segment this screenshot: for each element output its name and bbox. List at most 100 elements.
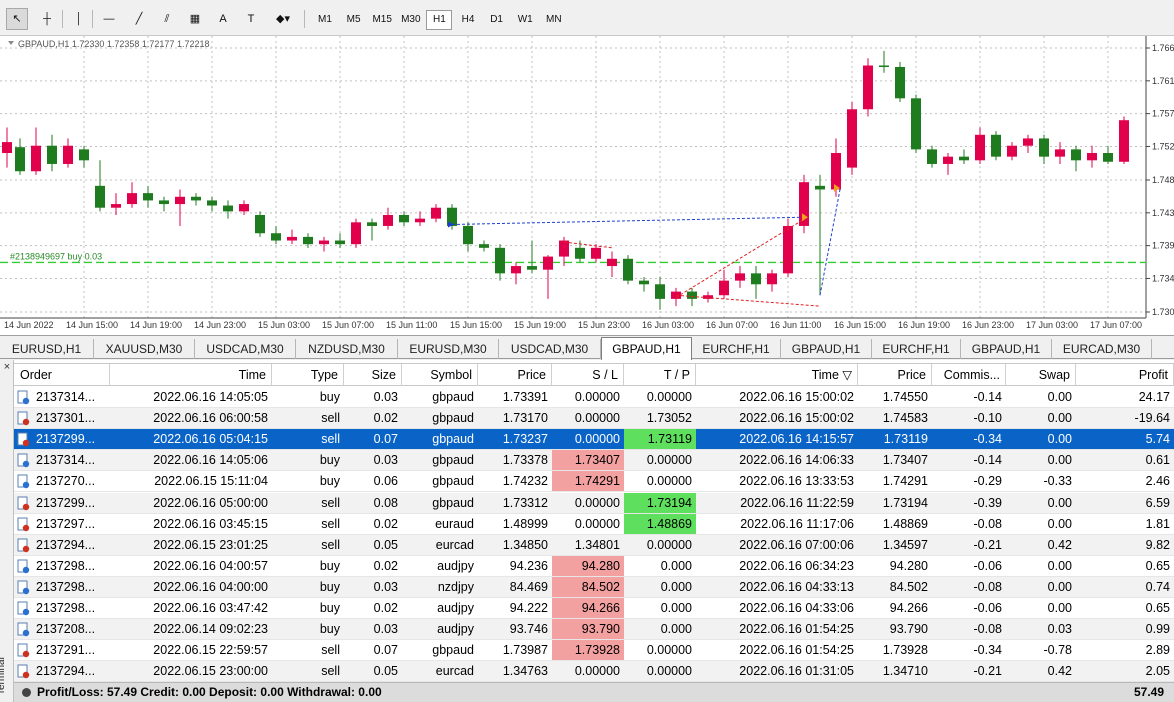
price-axis-label: 1.7483 xyxy=(1152,175,1174,185)
chart-tab-eurchf-h1[interactable]: EURCHF,H1 xyxy=(692,339,781,359)
chart-tab-eurcad-m30[interactable]: EURCAD,M30 xyxy=(1052,339,1152,359)
cell-close-time: 2022.06.16 01:54:25 xyxy=(739,643,854,658)
candle-body xyxy=(815,185,825,190)
chart-tab-eurusd-h1[interactable]: EURUSD,H1 xyxy=(0,339,94,359)
candle-body xyxy=(239,204,249,212)
chart-tab-gbpaud-h1[interactable]: GBPAUD,H1 xyxy=(781,339,872,359)
timeframe-m1-button[interactable]: M1 xyxy=(312,10,338,30)
candlestick-chart-svg[interactable]: 1.7664 1.7619 1.7574 1.7529 1.7483 1.7438 1.73… xyxy=(0,36,1174,336)
table-row[interactable]: 2137299... 2022.06.16 05:04:15 sell 0.07 gbp… xyxy=(14,429,1174,451)
trendline-icon[interactable]: ╱ xyxy=(128,8,150,30)
timeframe-m30-button[interactable]: M30 xyxy=(398,10,424,30)
cell-time: 2022.06.16 14:05:05 xyxy=(153,390,268,404)
cell-close-time: 2022.06.16 14:06:33 xyxy=(739,453,854,468)
cell-order: 2137298... xyxy=(36,579,96,594)
candle-body xyxy=(863,65,873,110)
cell-order: 2137314... xyxy=(36,390,96,404)
cell-tp: 0.00000 xyxy=(646,643,692,658)
cell-swap: 0.00 xyxy=(1047,432,1072,447)
chart-tab-usdcad-m30[interactable]: USDCAD,M30 xyxy=(499,339,601,359)
chart-tab-nzdusd-m30[interactable]: NZDUSD,M30 xyxy=(296,339,398,359)
column-header-swap[interactable]: Swap xyxy=(1006,364,1076,386)
candle-body xyxy=(607,258,617,267)
text-label-icon[interactable]: T xyxy=(240,8,262,30)
vertical-line-icon[interactable]: │ xyxy=(68,8,90,30)
column-header-tp[interactable]: T / P xyxy=(624,364,696,386)
chart-tab-gbpaud-h1[interactable]: GBPAUD,H1 xyxy=(601,337,692,360)
column-header-size[interactable]: Size xyxy=(344,364,402,386)
cell-close-price: 1.73407 xyxy=(882,453,928,468)
cell-size: 0.07 xyxy=(373,643,398,658)
cell-order: 2137298... xyxy=(36,601,96,615)
close-icon[interactable]: × xyxy=(2,362,12,373)
table-row[interactable]: 2137314... 2022.06.16 14:05:06 buy 0.03 gbpa… xyxy=(14,450,1174,472)
column-header-commission[interactable]: Commis... xyxy=(932,364,1006,386)
cell-close-time: 2022.06.16 15:00:02 xyxy=(739,411,854,426)
column-header-order[interactable]: Order xyxy=(14,364,110,386)
chart-tab-xauusd-m30[interactable]: XAUUSD,M30 xyxy=(94,339,195,359)
chart-tab-eurusd-m30[interactable]: EURUSD,M30 xyxy=(398,339,499,359)
cursor-icon[interactable]: ↖ xyxy=(6,8,28,30)
cell-sl: 0.00000 xyxy=(574,432,620,447)
cell-close-price: 1.73119 xyxy=(883,432,928,447)
cell-close-time: 2022.06.16 07:00:06 xyxy=(739,537,854,552)
cell-size: 0.03 xyxy=(373,622,398,637)
chart-tab-eurchf-h1[interactable]: EURCHF,H1 xyxy=(872,339,961,359)
cell-size: 0.02 xyxy=(373,411,398,426)
chart-tab-gbpaud-h1[interactable]: GBPAUD,H1 xyxy=(961,339,1052,359)
table-row[interactable]: 2137270... 2022.06.15 15:11:04 buy 0.06 gbpa… xyxy=(14,471,1174,493)
equidistant-channel-icon[interactable]: ⫽ xyxy=(156,8,178,30)
cell-size: 0.03 xyxy=(373,453,398,468)
time-axis-label: 14 Jun 15:00 xyxy=(66,320,118,330)
column-header-close-time[interactable]: Time ▽ xyxy=(696,364,858,386)
timeframe-m5-button[interactable]: M5 xyxy=(341,10,367,30)
cell-tp: 0.000 xyxy=(660,622,692,637)
cell-commission: -0.14 xyxy=(973,453,1003,468)
terminal-side-strip: × Terminal xyxy=(0,360,14,702)
timeframe-h4-button[interactable]: H4 xyxy=(455,10,481,30)
timeframe-h1-button[interactable]: H1 xyxy=(426,10,453,30)
table-row[interactable]: 2137291... 2022.06.15 22:59:57 sell 0.07 gbp… xyxy=(14,640,1174,662)
cell-symbol: audjpy xyxy=(437,558,474,573)
table-row[interactable]: 2137301... 2022.06.16 06:00:58 sell 0.02 gbp… xyxy=(14,408,1174,430)
column-header-symbol[interactable]: Symbol xyxy=(402,364,478,386)
timeframe-w1-button[interactable]: W1 xyxy=(512,10,538,30)
cell-price: 84.469 xyxy=(509,579,548,594)
table-row[interactable]: 2137298... 2022.06.16 04:00:00 buy 0.03 nzdj… xyxy=(14,576,1174,598)
column-header-profit[interactable]: Profit xyxy=(1076,364,1174,386)
cell-close-price: 1.48869 xyxy=(882,516,928,531)
cell-commission: -0.06 xyxy=(973,558,1003,573)
crosshair-icon[interactable]: ┼ xyxy=(36,8,58,30)
table-row[interactable]: 2137297... 2022.06.16 03:45:15 sell 0.02 eur… xyxy=(14,513,1174,535)
table-row[interactable]: 2137294... 2022.06.15 23:00:00 sell 0.05 eur… xyxy=(14,661,1174,683)
horizontal-line-icon[interactable]: — xyxy=(98,8,120,30)
column-header-type[interactable]: Type xyxy=(272,364,344,386)
column-header-sl[interactable]: S / L xyxy=(552,364,624,386)
table-row[interactable]: 2137299... 2022.06.16 05:00:00 sell 0.08 gbp… xyxy=(14,492,1174,514)
column-header-price[interactable]: Price xyxy=(478,364,552,386)
timeframe-m15-button[interactable]: M15 xyxy=(369,10,395,30)
price-chart[interactable]: 1.7664 1.7619 1.7574 1.7529 1.7483 1.7438 1.73… xyxy=(0,36,1174,336)
text-icon[interactable]: A xyxy=(212,8,234,30)
cell-price: 93.746 xyxy=(509,622,548,637)
table-row[interactable]: 2137314... 2022.06.16 14:05:05 buy 0.03 gbpa… xyxy=(14,387,1174,408)
candle-body xyxy=(671,291,681,299)
column-header-close-price[interactable]: Price xyxy=(858,364,932,386)
table-row[interactable]: 2137294... 2022.06.15 23:01:25 sell 0.05 eur… xyxy=(14,534,1174,556)
cell-tp: 1.73119 xyxy=(624,429,696,450)
chart-tab-usdcad-m30[interactable]: USDCAD,M30 xyxy=(195,339,296,359)
cell-tp: 0.000 xyxy=(660,579,692,594)
table-row[interactable]: 2137208... 2022.06.14 09:02:23 buy 0.03 audj… xyxy=(14,619,1174,641)
fibonacci-icon[interactable]: ▦ xyxy=(184,8,206,30)
cell-symbol: eurcad xyxy=(435,664,474,679)
candle-body xyxy=(735,273,745,281)
shapes-icon[interactable]: ◆▾ xyxy=(268,8,298,30)
cell-size: 0.05 xyxy=(373,537,398,552)
column-header-time[interactable]: Time xyxy=(110,364,272,386)
cell-close-time: 2022.06.16 11:17:06 xyxy=(740,516,854,531)
timeframe-d1-button[interactable]: D1 xyxy=(484,10,510,30)
candle-body xyxy=(367,222,377,226)
timeframe-mn-button[interactable]: MN xyxy=(541,10,567,30)
table-row[interactable]: 2137298... 2022.06.16 03:47:42 buy 0.02 audj… xyxy=(14,598,1174,619)
table-row[interactable]: 2137298... 2022.06.16 04:00:57 buy 0.02 audj… xyxy=(14,555,1174,577)
